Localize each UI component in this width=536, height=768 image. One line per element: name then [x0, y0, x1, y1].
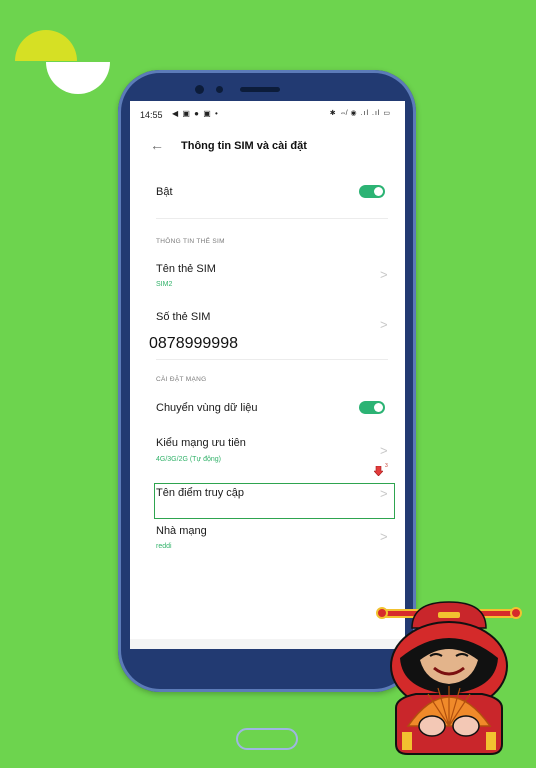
preferred-network-label: Kiểu mạng ưu tiên [156, 437, 246, 449]
fortune-god-mascot-icon [376, 601, 522, 755]
notification-icons: ◀ ▣ ● ▣ • [172, 109, 219, 118]
status-bar: 14:55 ◀ ▣ ● ▣ • ✱ ⇎ ◉ .ıl .ıl ▭ [130, 101, 405, 127]
sim-name-label: Tên thẻ SIM [156, 263, 216, 275]
sim-number-value: 0878999998 [149, 335, 238, 352]
status-time: 14:55 [140, 110, 163, 120]
home-button[interactable] [236, 728, 298, 750]
enable-sim-label: Bật [156, 186, 173, 198]
brand-logo-bottom [46, 62, 110, 94]
bottom-bar [130, 639, 405, 649]
chevron-right-icon: > [380, 267, 388, 282]
toggle-knob [374, 403, 383, 412]
data-roaming-toggle[interactable] [359, 401, 385, 414]
title-bar: ← Thông tin SIM và cài đặt [130, 133, 405, 163]
earpiece-speaker [240, 87, 280, 92]
divider [156, 359, 388, 360]
sim-name-value: SIM2 [156, 281, 173, 288]
back-arrow-icon[interactable]: ← [150, 137, 164, 153]
brand-logo-top [15, 30, 77, 61]
divider [156, 218, 388, 219]
sensor-icon [216, 86, 223, 93]
apn-highlight-box [154, 483, 395, 519]
carrier-value: reddi [156, 543, 172, 550]
sim-info-section-header: THÔNG TIN THẺ SIM [156, 238, 225, 245]
chevron-right-icon: > [380, 317, 388, 332]
toggle-knob [374, 187, 383, 196]
sim-number-label: Số thẻ SIM [156, 311, 211, 323]
system-status-icons: ✱ ⇎ ◉ .ıl .ıl ▭ [329, 110, 391, 117]
marker-number: 3 [385, 463, 388, 469]
red-arrow-marker-icon [374, 466, 383, 476]
network-section-header: CÀI ĐẶT MẠNG [156, 376, 207, 383]
chevron-right-icon: > [380, 529, 388, 544]
page-title: Thông tin SIM và cài đặt [181, 140, 307, 152]
enable-sim-toggle[interactable] [359, 185, 385, 198]
chevron-right-icon: > [380, 443, 388, 458]
carrier-label: Nhà mạng [156, 525, 207, 537]
front-camera-icon [195, 85, 204, 94]
preferred-network-value: 4G/3G/2G (Tự động) [156, 456, 221, 463]
phone-screen: 14:55 ◀ ▣ ● ▣ • ✱ ⇎ ◉ .ıl .ıl ▭ ← Thông … [130, 101, 405, 649]
data-roaming-label: Chuyển vùng dữ liệu [156, 402, 258, 414]
